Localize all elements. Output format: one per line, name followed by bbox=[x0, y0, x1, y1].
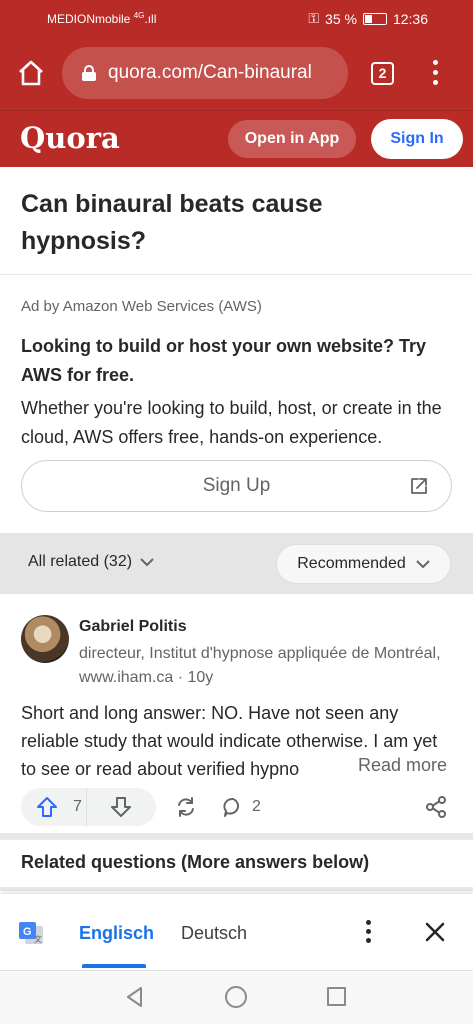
translate-menu-icon[interactable] bbox=[363, 920, 373, 946]
lock-icon bbox=[82, 65, 96, 81]
url-bar[interactable]: quora.com/Can-binaural bbox=[62, 47, 348, 99]
external-link-icon bbox=[411, 478, 427, 494]
read-more-link[interactable]: Read more bbox=[358, 755, 448, 776]
downvote-button[interactable] bbox=[87, 788, 155, 826]
tabs-icon[interactable]: 2 bbox=[371, 62, 394, 85]
author-name[interactable]: Gabriel Politis bbox=[79, 618, 187, 636]
page: MEDIONmobile 4G.ıll ⚿ 35 % 12:36 quora.c… bbox=[0, 0, 473, 1024]
all-related-label: All related (32) bbox=[28, 553, 133, 570]
home-icon[interactable] bbox=[16, 58, 46, 88]
ad-label[interactable]: Ad by Amazon Web Services (AWS) bbox=[21, 298, 262, 315]
quora-logo[interactable]: Quora bbox=[20, 121, 120, 155]
share-icon[interactable] bbox=[174, 795, 198, 819]
sign-up-label: Sign Up bbox=[202, 475, 271, 496]
close-icon[interactable] bbox=[424, 921, 446, 943]
signal-icon: .ıll bbox=[144, 12, 157, 26]
upvote-count: 7 bbox=[73, 798, 82, 815]
all-related-dropdown[interactable]: All related (32) bbox=[28, 553, 154, 571]
status-right: ⚿ 35 % 12:36 bbox=[308, 10, 428, 27]
upvote-button[interactable]: 7 bbox=[21, 788, 87, 826]
system-nav-bar bbox=[0, 970, 473, 1024]
active-tab-indicator bbox=[82, 964, 146, 968]
carrier-label: MEDIONmobile 4G.ıll bbox=[47, 11, 157, 26]
status-bar: MEDIONmobile 4G.ıll ⚿ 35 % 12:36 bbox=[0, 0, 473, 36]
ad-body: Whether you're looking to build, host, o… bbox=[21, 398, 442, 447]
comment-button[interactable]: 2 bbox=[222, 796, 261, 818]
battery-icon bbox=[362, 12, 387, 25]
question-title: Can binaural beats cause hypnosis? bbox=[21, 190, 323, 255]
upvote-icon bbox=[37, 797, 57, 817]
key-icon: ⚿ bbox=[308, 10, 320, 26]
signal-label: 4G bbox=[133, 11, 145, 20]
downvote-icon bbox=[111, 797, 131, 817]
avatar[interactable] bbox=[21, 615, 69, 663]
filter-bar: All related (32) Recommended bbox=[0, 533, 473, 594]
comment-count: 2 bbox=[252, 798, 261, 815]
svg-text:文: 文 bbox=[34, 934, 42, 944]
sign-up-button[interactable]: Sign Up bbox=[21, 460, 452, 512]
sign-in-button[interactable]: Sign In bbox=[371, 119, 463, 159]
google-translate-icon[interactable]: G 文 bbox=[17, 920, 45, 946]
svg-text:G: G bbox=[23, 926, 32, 938]
nav-home-icon[interactable] bbox=[225, 986, 247, 1008]
author-credential: directeur, Institut d'hypnose appliquée … bbox=[79, 645, 441, 686]
recents-icon[interactable] bbox=[327, 987, 346, 1006]
back-icon[interactable] bbox=[124, 986, 146, 1008]
battery-percent: 35 % bbox=[325, 10, 357, 27]
comment-icon bbox=[223, 798, 240, 817]
translate-bar: G 文 Englisch Deutsch bbox=[0, 894, 473, 970]
sort-dropdown[interactable]: Recommended bbox=[276, 544, 451, 584]
section-divider bbox=[0, 887, 473, 891]
language-tab-english[interactable]: Englisch bbox=[79, 923, 154, 944]
language-tab-german[interactable]: Deutsch bbox=[181, 923, 247, 944]
related-questions-title: Related questions (More answers below) bbox=[21, 852, 370, 872]
chevron-down-icon bbox=[140, 558, 154, 567]
vote-control: 7 bbox=[21, 788, 156, 826]
chevron-down-icon bbox=[416, 560, 430, 569]
menu-icon[interactable] bbox=[428, 60, 442, 88]
browser-toolbar: quora.com/Can-binaural 2 bbox=[0, 36, 473, 110]
url-text: quora.com/Can-binaural bbox=[108, 62, 312, 83]
text-fade bbox=[300, 756, 360, 782]
more-share-icon[interactable] bbox=[425, 795, 447, 819]
section-divider bbox=[0, 833, 473, 840]
sort-label: Recommended bbox=[297, 555, 406, 572]
open-in-app-button[interactable]: Open in App bbox=[228, 120, 356, 158]
clock: 12:36 bbox=[392, 10, 428, 27]
divider bbox=[0, 274, 473, 275]
ad-headline[interactable]: Looking to build or host your own websit… bbox=[21, 332, 461, 390]
site-header: Quora Open in App Sign In bbox=[0, 110, 473, 167]
